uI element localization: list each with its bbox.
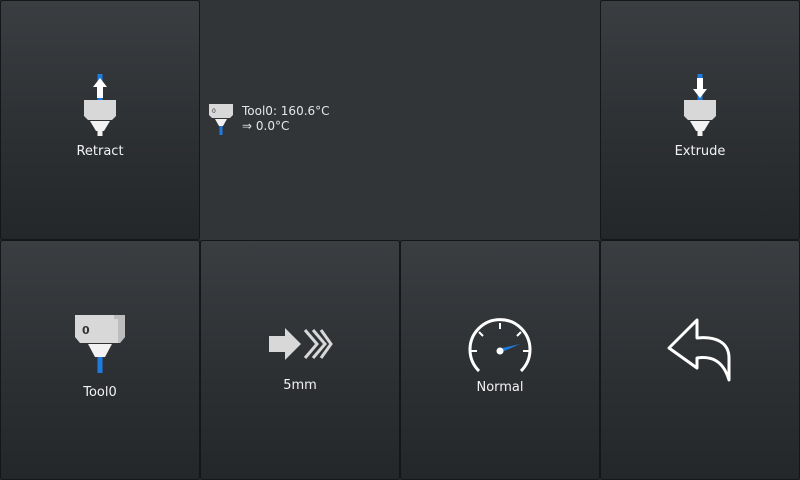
temperature-panel: 0 Tool0: 160.6°C ⇒ 0.0°C	[200, 0, 600, 240]
nozzle-icon: 0	[209, 104, 233, 135]
tool-select-button[interactable]: 0 Tool0	[0, 240, 200, 480]
tool-temperature-text: Tool0: 160.6°C	[242, 104, 330, 118]
speedometer-icon	[467, 316, 533, 376]
back-button[interactable]	[600, 240, 800, 480]
speed-button[interactable]: Normal	[400, 240, 600, 480]
retract-button[interactable]: Retract	[0, 0, 200, 240]
distance-arrows-icon	[267, 320, 333, 368]
extrude-screen: Retract 0 Tool0: 160.6°C ⇒ 0.0°C Extrude…	[0, 0, 800, 480]
distance-label: 5mm	[283, 377, 317, 393]
extrude-label: Extrude	[674, 143, 726, 159]
nozzle-tool-icon: 0	[74, 314, 126, 381]
svg-text:0: 0	[82, 324, 90, 337]
speed-label: Normal	[476, 379, 524, 395]
retract-label: Retract	[76, 143, 124, 159]
svg-text:0: 0	[212, 108, 216, 115]
target-temperature-text: ⇒ 0.0°C	[242, 119, 290, 133]
back-arrow-icon	[667, 318, 733, 384]
tool-label: Tool0	[83, 384, 117, 400]
distance-button[interactable]: 5mm	[200, 240, 400, 480]
extrude-icon	[680, 73, 720, 140]
retract-icon	[80, 73, 120, 140]
tool-temperature-status: 0 Tool0: 160.6°C ⇒ 0.0°C	[208, 104, 330, 136]
extrude-button[interactable]: Extrude	[600, 0, 800, 240]
